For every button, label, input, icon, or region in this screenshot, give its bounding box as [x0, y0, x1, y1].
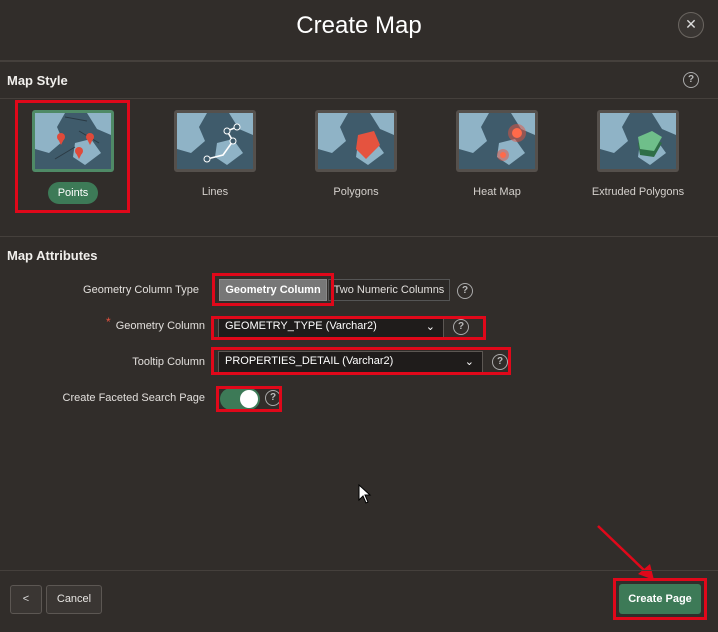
map-style-extruded-polygons[interactable]: Extruded Polygons [583, 110, 693, 198]
dialog-header: Create Map ✕ [0, 0, 718, 61]
lines-map-icon [174, 110, 256, 172]
mouse-cursor-icon [358, 484, 372, 504]
map-attributes-header: Map Attributes [0, 236, 718, 273]
geometry-column-type-label: Geometry Column Type [83, 284, 199, 296]
polygons-map-icon [315, 110, 397, 172]
highlight-box [211, 316, 486, 340]
tooltip-column-label: Tooltip Column [132, 356, 205, 368]
highlight-box [216, 386, 282, 412]
close-icon[interactable]: ✕ [678, 12, 704, 38]
map-style-heat-map[interactable]: Heat Map [442, 110, 552, 198]
polygons-label: Polygons [333, 186, 379, 198]
highlight-box [15, 100, 130, 213]
heat-map-icon [456, 110, 538, 172]
faceted-search-label: Create Faceted Search Page [62, 392, 205, 404]
cancel-button[interactable]: Cancel [46, 585, 102, 614]
map-style-lines[interactable]: Lines [160, 110, 270, 198]
help-icon[interactable]: ? [457, 283, 473, 299]
extruded-polygons-label: Extruded Polygons [591, 186, 685, 198]
highlight-box [613, 578, 707, 620]
two-numeric-columns-option[interactable]: Two Numeric Columns [328, 279, 450, 301]
highlight-box [212, 273, 334, 306]
map-attributes-heading: Map Attributes [7, 248, 98, 263]
help-icon[interactable]: ? [683, 72, 699, 88]
heat-map-label: Heat Map [473, 186, 521, 198]
back-button[interactable]: < [10, 585, 42, 614]
map-style-heading: Map Style [7, 73, 68, 88]
dialog-title: Create Map [296, 12, 422, 39]
map-style-header: Map Style ? [0, 61, 718, 99]
map-style-polygons[interactable]: Polygons [301, 110, 411, 198]
highlight-box [211, 347, 511, 375]
extruded-polygons-map-icon [597, 110, 679, 172]
dialog-footer [0, 570, 718, 632]
geometry-column-label: Geometry Column [115, 320, 205, 332]
lines-label: Lines [201, 186, 229, 198]
